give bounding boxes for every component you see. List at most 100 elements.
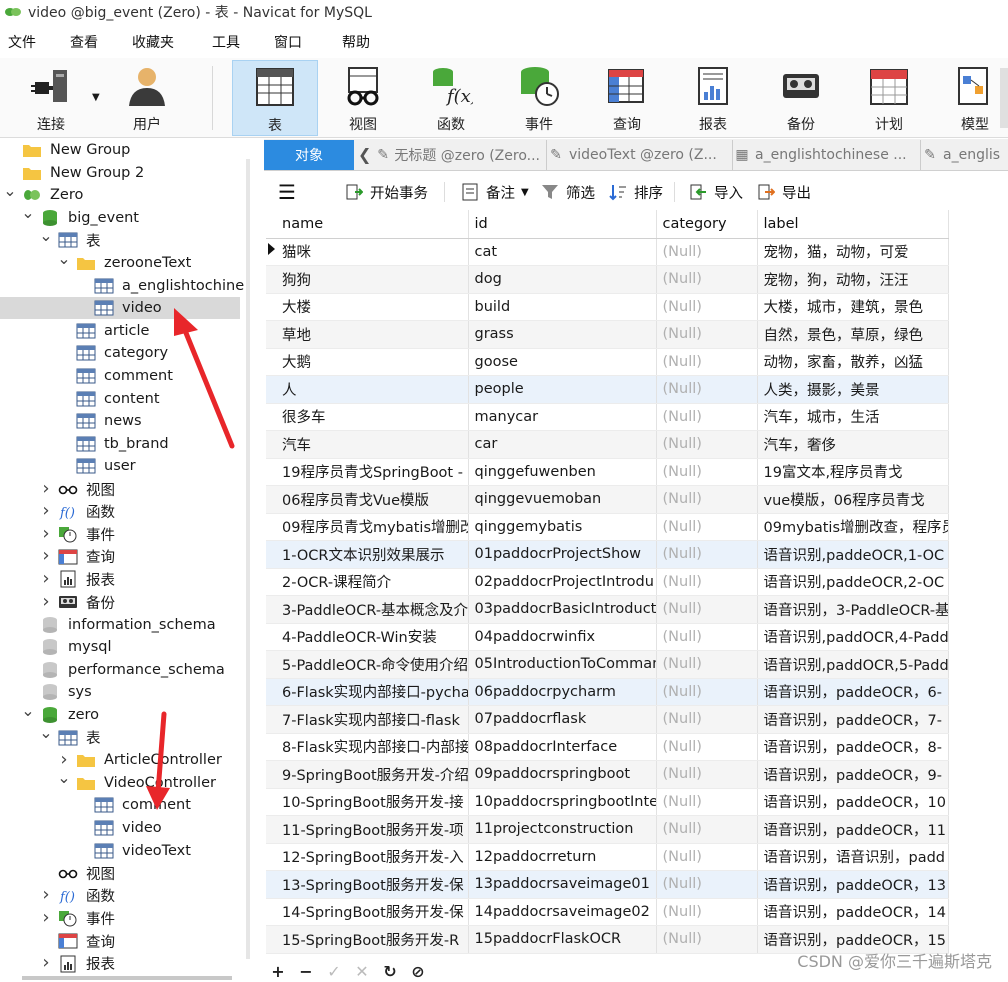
chevron-right-icon[interactable]: › bbox=[40, 545, 52, 566]
column-header-label[interactable]: label bbox=[757, 210, 949, 239]
tree-item[interactable]: video bbox=[0, 297, 240, 320]
tree-item[interactable]: ⌄ VideoController bbox=[0, 768, 240, 794]
cell-name[interactable]: 8-Flask实现内部接口-内部接 bbox=[266, 733, 469, 761]
tree-item[interactable]: 视图 bbox=[0, 862, 240, 884]
cell-name[interactable]: 狗狗 bbox=[266, 265, 469, 294]
view-button[interactable]: 视图 bbox=[320, 60, 406, 136]
cell-label[interactable]: 语音识别，paddeOCR，7- bbox=[757, 705, 949, 734]
chevron-down-icon[interactable]: ⌄ bbox=[21, 701, 34, 720]
chevron-right-icon[interactable]: › bbox=[40, 568, 52, 589]
tree-item[interactable]: ⌄ 表 bbox=[0, 723, 240, 749]
cell-name[interactable]: 11-SpringBoot服务开发-项 bbox=[266, 815, 469, 844]
column-header-category[interactable]: category bbox=[656, 210, 758, 239]
table-row[interactable]: 14-SpringBoot服务开发-保 14paddocrsaveimage02(… bbox=[266, 898, 949, 926]
cell-id[interactable]: 09paddocrspringboot bbox=[468, 760, 657, 789]
table-row[interactable]: 人 people (Null) 人类，摄影，美景 bbox=[266, 375, 949, 404]
cell-category[interactable]: (Null) bbox=[656, 540, 758, 569]
cell-id[interactable]: car bbox=[468, 430, 657, 459]
cell-name[interactable]: 人 bbox=[266, 375, 469, 404]
table-row[interactable]: 汽车 car (Null) 汽车，奢侈 bbox=[266, 430, 949, 459]
tree-item[interactable]: mysql bbox=[0, 636, 240, 658]
tree-item[interactable]: ⌄ big_event bbox=[0, 203, 240, 229]
table-row[interactable]: 很多车 manycar (Null) 汽车，城市，生活 bbox=[266, 403, 949, 431]
cell-label[interactable]: 人类，摄影，美景 bbox=[757, 375, 949, 404]
cell-category[interactable]: (Null) bbox=[656, 458, 758, 486]
cell-category[interactable]: (Null) bbox=[656, 595, 758, 624]
cell-id[interactable]: 04paddocrwinfix bbox=[468, 623, 657, 651]
tree-item[interactable]: ⌄ zerooneText bbox=[0, 249, 240, 274]
cell-category[interactable]: (Null) bbox=[656, 815, 758, 844]
table-row[interactable]: 8-Flask实现内部接口-内部接 08paddocrInterface (Null… bbox=[266, 733, 949, 761]
function-button[interactable]: f(x) 函数 bbox=[408, 60, 494, 136]
table-row[interactable]: 猫咪 cat (Null) 宠物，猫，动物，可爱 bbox=[266, 238, 949, 266]
menu-file[interactable]: 文件 bbox=[0, 32, 62, 52]
cell-category[interactable]: (Null) bbox=[656, 788, 758, 816]
menu-help[interactable]: 帮助 bbox=[334, 32, 396, 52]
cell-id[interactable]: 07paddocrflask bbox=[468, 705, 657, 734]
table-row[interactable]: 19程序员青戈SpringBoot - qinggefuwenben (Null) 1… bbox=[266, 458, 949, 486]
cell-name[interactable]: 草地 bbox=[266, 320, 469, 349]
chevron-down-icon[interactable]: ⌄ bbox=[57, 768, 70, 787]
cell-name[interactable]: 5-PaddleOCR-命令使用介绍 bbox=[266, 650, 469, 679]
connect-button[interactable]: 连接 bbox=[8, 60, 94, 136]
cell-id[interactable]: 10paddocrspringbootInte bbox=[468, 788, 657, 816]
tree-item[interactable]: videoText bbox=[0, 840, 240, 862]
cell-name[interactable]: 6-Flask实现内部接口-pycha bbox=[266, 678, 469, 706]
tree-horizontal-scrollbar[interactable] bbox=[22, 976, 232, 980]
chevron-down-icon[interactable]: ⌄ bbox=[3, 181, 16, 200]
add-record-button[interactable]: + bbox=[264, 961, 292, 981]
cell-id[interactable]: cat bbox=[468, 238, 657, 266]
cell-id[interactable]: qinggefuwenben bbox=[468, 458, 657, 486]
export-button[interactable]: 导出 bbox=[756, 180, 811, 204]
cell-label[interactable]: 语音识别，paddeOCR，13 bbox=[757, 870, 949, 899]
tree-vertical-scrollbar[interactable] bbox=[246, 159, 250, 959]
tree-item[interactable]: a_englishtochine bbox=[0, 275, 244, 297]
cell-name[interactable]: 19程序员青戈SpringBoot - bbox=[266, 458, 469, 486]
tree-item[interactable]: video bbox=[0, 817, 240, 839]
cell-category[interactable]: (Null) bbox=[656, 348, 758, 376]
tree-item[interactable]: ⌄ 表 bbox=[0, 226, 240, 251]
cell-id[interactable]: manycar bbox=[468, 403, 657, 431]
cell-category[interactable]: (Null) bbox=[656, 513, 758, 541]
cell-label[interactable]: 宠物，猫，动物，可爱 bbox=[757, 238, 949, 266]
table-row[interactable]: 草地 grass (Null) 自然，景色，草原，绿色 bbox=[266, 320, 949, 349]
chevron-down-icon[interactable]: ⌄ bbox=[39, 723, 52, 742]
cell-category[interactable]: (Null) bbox=[656, 678, 758, 706]
cell-category[interactable]: (Null) bbox=[656, 843, 758, 871]
chevron-right-icon[interactable]: › bbox=[40, 478, 52, 499]
cell-name[interactable]: 4-PaddleOCR-Win安装 bbox=[266, 623, 469, 651]
import-button[interactable]: 导入 bbox=[688, 180, 743, 204]
table-row[interactable]: 12-SpringBoot服务开发-入 12paddocrreturn (Null)… bbox=[266, 843, 949, 871]
tree-item[interactable]: ⌄ Zero bbox=[0, 181, 240, 206]
cell-category[interactable]: (Null) bbox=[656, 320, 758, 349]
tab-a-englishtochinese[interactable]: ▦ a_englishtochinese ... bbox=[732, 140, 916, 170]
cell-id[interactable]: 15paddocrFlaskOCR bbox=[468, 925, 657, 954]
cell-category[interactable]: (Null) bbox=[656, 375, 758, 404]
tree-item[interactable]: comment bbox=[0, 794, 240, 816]
cell-category[interactable]: (Null) bbox=[656, 238, 758, 266]
cell-name[interactable]: 大鹅 bbox=[266, 348, 469, 376]
cell-name[interactable]: 汽车 bbox=[266, 430, 469, 459]
cell-label[interactable]: 宠物，狗，动物，汪汪 bbox=[757, 265, 949, 294]
cell-category[interactable]: (Null) bbox=[656, 623, 758, 651]
tree-item[interactable]: information_schema bbox=[0, 614, 240, 636]
tree-item[interactable]: performance_schema bbox=[0, 659, 240, 681]
cell-name[interactable]: 14-SpringBoot服务开发-保 bbox=[266, 898, 469, 926]
table-row[interactable]: 11-SpringBoot服务开发-项 11projectconstruction… bbox=[266, 815, 949, 844]
tree-item[interactable]: 查询 bbox=[0, 930, 240, 952]
table-row[interactable]: 5-PaddleOCR-命令使用介绍 05IntroductionToComman… bbox=[266, 650, 949, 679]
cell-name[interactable]: 2-OCR-课程简介 bbox=[266, 568, 469, 596]
tree-item[interactable]: › 视图 bbox=[0, 478, 240, 500]
cell-name[interactable]: 15-SpringBoot服务开发-R bbox=[266, 925, 469, 954]
chevron-down-icon[interactable]: ⌄ bbox=[57, 249, 70, 268]
model-button[interactable]: 模型 bbox=[932, 60, 1008, 136]
cell-id[interactable]: 03paddocrBasicIntroduct bbox=[468, 595, 657, 624]
cell-label[interactable]: 语音识别,paddOCR,4-Padd bbox=[757, 623, 949, 651]
cell-id[interactable]: 05IntroductionToComman bbox=[468, 650, 657, 679]
tree-item[interactable]: › 事件 bbox=[0, 907, 240, 929]
table-row[interactable]: 2-OCR-课程简介 02paddocrProjectIntrodu (Null) 语… bbox=[266, 568, 949, 596]
cell-category[interactable]: (Null) bbox=[656, 293, 758, 321]
cell-name[interactable]: 7-Flask实现内部接口-flask bbox=[266, 705, 469, 734]
tree-item[interactable]: sys bbox=[0, 681, 240, 703]
cell-id[interactable]: goose bbox=[468, 348, 657, 376]
